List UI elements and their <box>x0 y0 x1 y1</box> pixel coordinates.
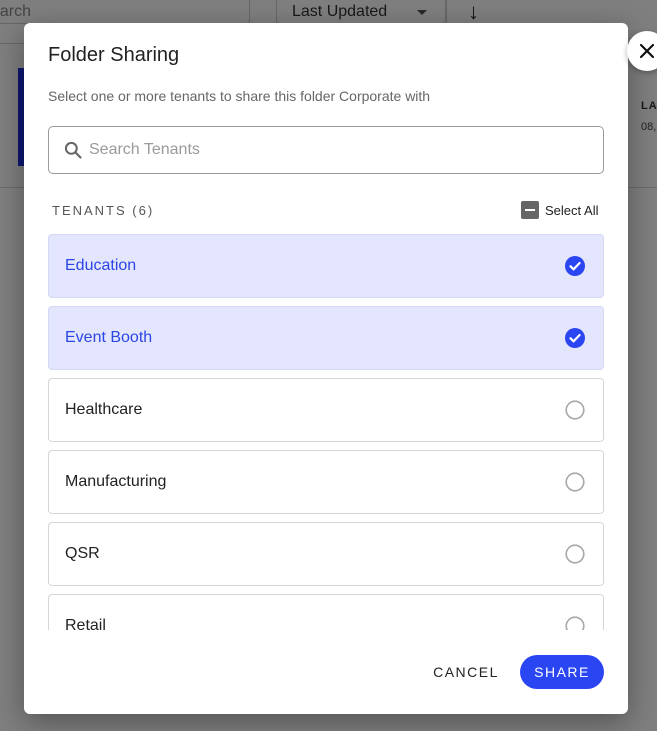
tenant-label: Manufacturing <box>65 473 167 490</box>
search-icon <box>64 141 82 159</box>
tenant-label: Event Booth <box>65 329 153 346</box>
cancel-button[interactable]: CANCEL <box>424 655 508 689</box>
tenant-label: QSR <box>65 545 100 562</box>
tenant-item-education[interactable]: Education <box>48 234 604 298</box>
close-icon <box>639 43 655 59</box>
tenant-list[interactable]: Education Event Booth Healthcare Manufac… <box>48 234 604 630</box>
tenant-search-box <box>48 126 604 174</box>
indeterminate-checkbox-icon[interactable] <box>521 201 539 219</box>
tenant-item-manufacturing[interactable]: Manufacturing <box>48 450 604 514</box>
unchecked-circle-icon[interactable] <box>565 472 585 492</box>
tenants-heading: TENANTS (6) <box>52 203 155 218</box>
tenant-label: Healthcare <box>65 401 143 418</box>
unchecked-circle-icon[interactable] <box>565 616 585 630</box>
tenant-label: Education <box>65 257 137 274</box>
tenant-item-qsr[interactable]: QSR <box>48 522 604 586</box>
tenant-item-event-booth[interactable]: Event Booth <box>48 306 604 370</box>
share-button[interactable]: SHARE <box>520 655 604 689</box>
tenant-item-retail[interactable]: Retail <box>48 594 604 630</box>
unchecked-circle-icon[interactable] <box>565 400 585 420</box>
dialog-title: Folder Sharing <box>48 44 180 66</box>
select-all-checkbox[interactable]: Select All <box>521 201 598 219</box>
unchecked-circle-icon[interactable] <box>565 544 585 564</box>
tenant-label: Retail <box>65 617 106 630</box>
checked-circle-icon[interactable] <box>565 328 585 348</box>
tenant-item-healthcare[interactable]: Healthcare <box>48 378 604 442</box>
dialog-subtitle: Select one or more tenants to share this… <box>48 88 431 104</box>
tenant-search-input[interactable] <box>89 128 589 172</box>
folder-sharing-dialog: Folder Sharing Select one or more tenant… <box>24 23 657 714</box>
checked-circle-icon[interactable] <box>565 256 585 276</box>
select-all-label: Select All <box>545 202 599 218</box>
